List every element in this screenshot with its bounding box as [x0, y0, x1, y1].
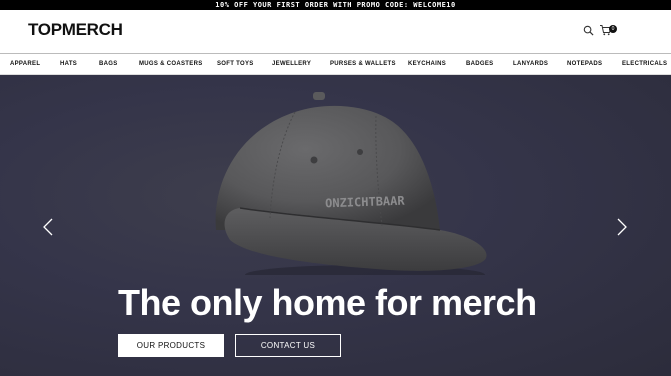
cap-print-text: ONZICHTBAAR: [325, 194, 406, 211]
nav-item-electricals[interactable]: ELECTRICALS: [622, 61, 667, 67]
cap-image: ONZICHTBAAR: [215, 92, 487, 275]
nav-item-badges[interactable]: BADGES: [466, 61, 493, 67]
nav-item-jewellery[interactable]: JEWELLERY: [272, 61, 311, 67]
nav-item-bags[interactable]: BAGS: [99, 61, 118, 67]
contact-us-button[interactable]: CONTACT US: [235, 334, 341, 357]
site-header: TOPMERCH 0: [0, 10, 671, 53]
search-icon[interactable]: [583, 25, 594, 36]
promo-text: 10% OFF YOUR FIRST ORDER WITH PROMO CODE…: [215, 1, 456, 9]
promo-banner: 10% OFF YOUR FIRST ORDER WITH PROMO CODE…: [0, 0, 671, 10]
hero-headline: The only home for merch: [118, 282, 537, 323]
cart-count-badge: 0: [609, 25, 617, 33]
nav-item-soft-toys[interactable]: SOFT TOYS: [217, 61, 254, 67]
nav-item-mugs-coasters[interactable]: MUGS & COASTERS: [139, 61, 203, 67]
nav-item-notepads[interactable]: NOTEPADS: [567, 61, 602, 67]
chevron-right-icon[interactable]: [617, 218, 627, 236]
site-logo[interactable]: TOPMERCH: [28, 20, 123, 40]
nav-item-keychains[interactable]: KEYCHAINS: [408, 61, 446, 67]
chevron-left-icon[interactable]: [43, 218, 53, 236]
category-nav: APPAREL HATS BAGS MUGS & COASTERS SOFT T…: [0, 53, 671, 75]
nav-item-apparel[interactable]: APPAREL: [10, 61, 40, 67]
nav-item-purses-wallets[interactable]: PURSES & WALLETS: [330, 61, 396, 67]
nav-item-hats[interactable]: HATS: [60, 61, 77, 67]
nav-item-lanyards[interactable]: LANYARDS: [513, 61, 548, 67]
hero-banner: ONZICHTBAAR The only home for merch OUR …: [0, 75, 671, 376]
our-products-button[interactable]: OUR PRODUCTS: [118, 334, 224, 357]
